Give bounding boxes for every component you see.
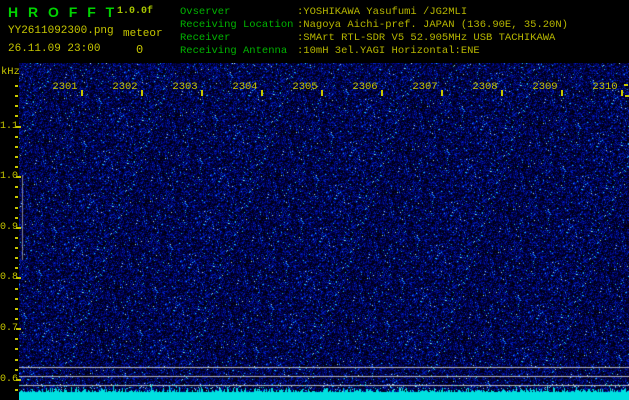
y-axis-minor-tick (15, 368, 18, 371)
y-axis-minor-tick (15, 236, 18, 239)
y-axis-major-tick (16, 378, 21, 381)
hrofft-screen: H R O F F T 1.0.0f YY2611092300.png mete… (0, 0, 629, 400)
y-axis-minor-tick (15, 257, 18, 260)
y-axis-tick-label: 0.9 (0, 221, 19, 233)
y-axis-minor-tick (15, 155, 18, 158)
x-axis-tick (561, 90, 563, 96)
x-axis-tick (141, 90, 143, 96)
y-axis-tick-label: 1.0 (0, 171, 19, 183)
y-axis-minor-tick (15, 348, 18, 351)
y-axis-major-tick (16, 277, 21, 280)
y-axis-tick-label: 0.7 (0, 323, 19, 335)
x-axis-tick (621, 90, 623, 96)
y-axis-tick-label: 0.6 (0, 373, 19, 385)
app-title: H R O F F T (8, 4, 118, 20)
x-axis-tick-label: 2310 (592, 81, 618, 93)
station-info-row: Receiving Antenna :10mH 3el.YAGI Horizont… (180, 45, 629, 58)
station-info-row: Receiver :SMArt RTL-SDR V5 52.905MHz USB … (180, 32, 629, 45)
edge-tick-mark (625, 95, 629, 97)
station-info-block: Ovserver:YOSHIKAWA Yasufumi /JG2MLI Recei… (180, 6, 629, 58)
x-axis-tick (381, 90, 383, 96)
x-axis-tick-label: 2301 (52, 81, 78, 93)
x-axis-tick (441, 90, 443, 96)
datetime-label: 26.11.09 23:00 (8, 43, 101, 55)
y-axis-minor-tick (15, 186, 18, 189)
x-axis-tick-label: 2307 (412, 81, 438, 93)
y-axis-minor-tick (15, 166, 18, 169)
mode-label: meteor (123, 28, 163, 40)
y-axis-minor-tick (15, 307, 18, 310)
y-axis-minor-tick (15, 145, 18, 148)
y-axis-tick-label: 0.8 (0, 272, 19, 284)
station-info-row: Ovserver :YOSHIKAWA Yasufumi /JG2MLI (180, 6, 629, 19)
y-axis-minor-tick (15, 85, 18, 87)
y-axis-minor-tick (15, 267, 18, 270)
station-info-label: Receiving Antenna (180, 45, 288, 57)
y-axis-minor-tick (15, 297, 18, 300)
y-axis-minor-tick (15, 216, 18, 219)
y-axis-minor-tick (15, 358, 18, 361)
y-axis-major-tick (16, 328, 21, 331)
y-axis-major-tick (16, 226, 21, 229)
y-axis-minor-tick (15, 115, 18, 118)
station-info-label: Receiver (180, 32, 231, 44)
y-axis-minor-tick (15, 206, 18, 209)
station-info-row: Receiving Location:Nagoya Aichi-pref. JA… (180, 19, 629, 32)
station-info-label: Ovserver (180, 6, 231, 18)
station-info-value: :SMArt RTL-SDR V5 52.905MHz USB TACHIKAW… (297, 32, 556, 44)
station-info-value: :10mH 3el.YAGI Horizontal:ENE (297, 45, 480, 57)
y-axis-minor-tick (15, 287, 18, 290)
y-axis-minor-tick (15, 95, 18, 98)
x-axis-tick-label: 2303 (172, 81, 198, 93)
y-axis-minor-tick (15, 338, 18, 341)
spectrogram-canvas (19, 63, 629, 400)
x-axis-tick-label: 2308 (472, 81, 498, 93)
x-axis-tick (321, 90, 323, 96)
x-axis-tick-label: 2306 (352, 81, 378, 93)
x-axis-tick (501, 90, 503, 96)
y-axis-minor-tick (15, 196, 18, 199)
station-info-value: :Nagoya Aichi-pref. JAPAN (136.90E, 35.2… (297, 19, 568, 31)
y-axis-major-tick (16, 176, 21, 179)
output-filename: YY2611092300.png (8, 25, 114, 37)
y-axis-minor-tick (15, 247, 18, 250)
y-axis-minor-tick (15, 317, 18, 320)
x-axis-tick-label: 2302 (112, 81, 138, 93)
x-axis-tick-label: 2304 (232, 81, 258, 93)
x-axis-tick-label: 2309 (532, 81, 558, 93)
station-info-label: Receiving Location (180, 19, 294, 31)
y-axis-major-tick (16, 125, 21, 128)
edge-tick-mark (624, 84, 628, 86)
x-axis-tick (81, 90, 83, 96)
y-axis-minor-tick (15, 135, 18, 138)
station-info-value: :YOSHIKAWA Yasufumi /JG2MLI (297, 6, 468, 18)
y-axis-unit-label: kHz (1, 66, 20, 78)
meteor-count: 0 (136, 43, 144, 57)
x-axis-tick (201, 90, 203, 96)
x-axis-tick (261, 90, 263, 96)
y-axis-minor-tick (15, 105, 18, 108)
y-axis-minor-tick (15, 388, 18, 391)
app-version: 1.0.0f (117, 6, 154, 17)
x-axis-tick-label: 2305 (292, 81, 318, 93)
y-axis-tick-label: 1.1 (0, 120, 19, 132)
